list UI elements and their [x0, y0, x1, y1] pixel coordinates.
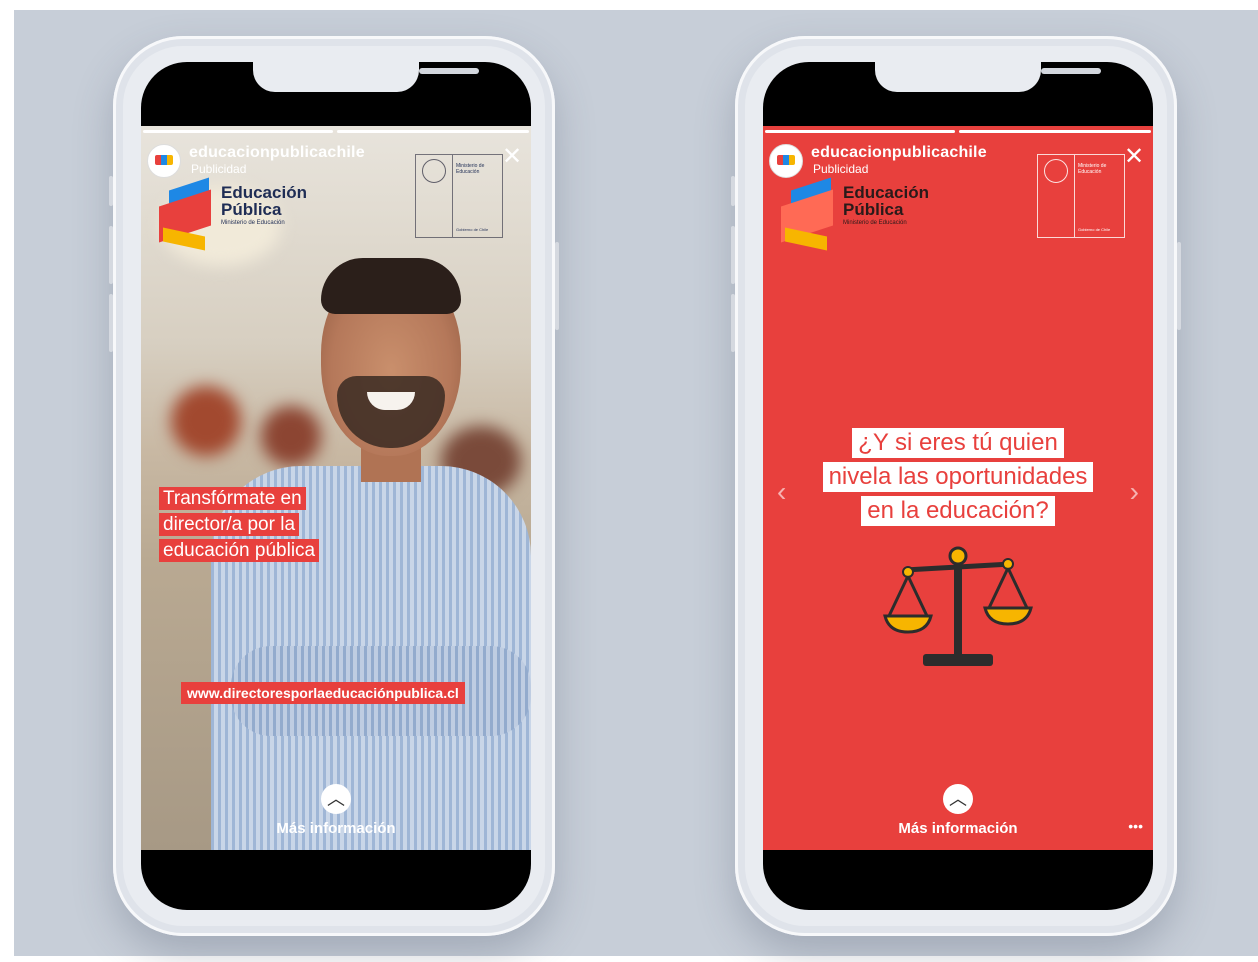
- hair: [321, 258, 461, 314]
- gobierno-de-chile-logo: Ministerio de Educación Gobierno de Chil…: [1037, 154, 1125, 238]
- phone-mockup-left: educacionpublicachile Publicidad ✕ Educa…: [109, 36, 559, 936]
- power-button: [1177, 242, 1181, 330]
- phone-notch: [875, 62, 1101, 92]
- close-icon[interactable]: ✕: [1123, 145, 1145, 169]
- instagram-story-photo[interactable]: educacionpublicachile Publicidad ✕ Educa…: [141, 126, 531, 850]
- chevron-up-icon[interactable]: ︿: [943, 784, 973, 814]
- more-info-link[interactable]: Más información: [763, 820, 1153, 837]
- logo-title-line: Pública: [221, 200, 282, 219]
- story-progress-bar: [763, 130, 1153, 133]
- account-username[interactable]: educacionpublicachile: [189, 144, 365, 162]
- volume-down-button: [109, 294, 113, 352]
- progress-segment: [765, 130, 955, 133]
- website-url: www.directoresporlaeducaciónpublica.cl: [181, 682, 465, 704]
- phone-mockup-right: educacionpublicachile Publicidad ✕ Educa…: [731, 36, 1181, 936]
- crest-icon: [422, 159, 446, 183]
- logo-divider: [1074, 155, 1075, 237]
- power-button: [555, 242, 559, 330]
- sponsored-label: Publicidad: [191, 162, 247, 176]
- mute-switch: [109, 176, 113, 206]
- question-line: en la educación?: [861, 496, 1055, 526]
- logo-divider: [452, 155, 453, 237]
- crest-icon: [1044, 159, 1068, 183]
- logo-title-line: Educación: [843, 183, 929, 202]
- avatar-logo: [777, 155, 795, 165]
- educacion-publica-logo: Educación Pública Ministerio de Educació…: [781, 177, 961, 254]
- question-line: ¿Y si eres tú quien: [852, 428, 1064, 458]
- more-info-link[interactable]: Más información: [141, 820, 531, 837]
- headline: Transfórmate en director/a por la educac…: [159, 486, 389, 564]
- story-progress-bar: [141, 130, 531, 133]
- logo-subtitle: Ministerio de Educación: [221, 220, 285, 226]
- logo-title-line: Educación: [221, 183, 307, 202]
- instagram-story-red[interactable]: educacionpublicachile Publicidad ✕ Educa…: [763, 126, 1153, 850]
- chevron-up-icon[interactable]: ︿: [321, 784, 351, 814]
- ministry-text: Ministerio de Educación: [456, 163, 485, 175]
- headline-line: director/a por la: [159, 513, 300, 536]
- government-text: Gobierno de Chile: [456, 227, 489, 232]
- phone-screen-left: educacionpublicachile Publicidad ✕ Educa…: [141, 62, 531, 910]
- sponsored-label: Publicidad: [813, 162, 869, 176]
- speaker-grille: [1041, 68, 1101, 74]
- more-options-icon[interactable]: •••: [1128, 818, 1143, 834]
- volume-down-button: [731, 294, 735, 352]
- avatar-logo: [155, 155, 173, 165]
- speaker-grille: [419, 68, 479, 74]
- question-line: nivela las oportunidades: [822, 462, 1094, 492]
- progress-segment: [959, 130, 1151, 133]
- mute-switch: [731, 176, 735, 206]
- question-text: ¿Y si eres tú quien nivela las oportunid…: [763, 426, 1153, 528]
- government-text: Gobierno de Chile: [1078, 227, 1111, 232]
- gobierno-de-chile-logo: Ministerio de Educación Gobierno de Chil…: [415, 154, 503, 238]
- account-avatar[interactable]: [769, 144, 803, 178]
- educacion-publica-logo: Educación Pública Ministerio de Educació…: [159, 177, 339, 254]
- ministry-text: Ministerio de Educación: [1078, 163, 1107, 175]
- phone-screen-right: educacionpublicachile Publicidad ✕ Educa…: [763, 62, 1153, 910]
- logo-title: Educación Pública: [843, 184, 929, 218]
- progress-segment: [143, 130, 333, 133]
- volume-up-button: [109, 226, 113, 284]
- logo-title: Educación Pública: [221, 184, 307, 218]
- account-username[interactable]: educacionpublicachile: [811, 144, 987, 162]
- headline-line: Transfórmate en: [159, 487, 306, 510]
- logo-subtitle: Ministerio de Educación: [843, 220, 907, 226]
- phone-notch: [253, 62, 479, 92]
- logo-title-line: Pública: [843, 200, 904, 219]
- volume-up-button: [731, 226, 735, 284]
- close-icon[interactable]: ✕: [501, 145, 523, 169]
- balance-scale-icon: [883, 546, 1033, 666]
- headline-line: educación pública: [159, 539, 320, 562]
- account-avatar[interactable]: [147, 144, 181, 178]
- progress-segment: [337, 130, 529, 133]
